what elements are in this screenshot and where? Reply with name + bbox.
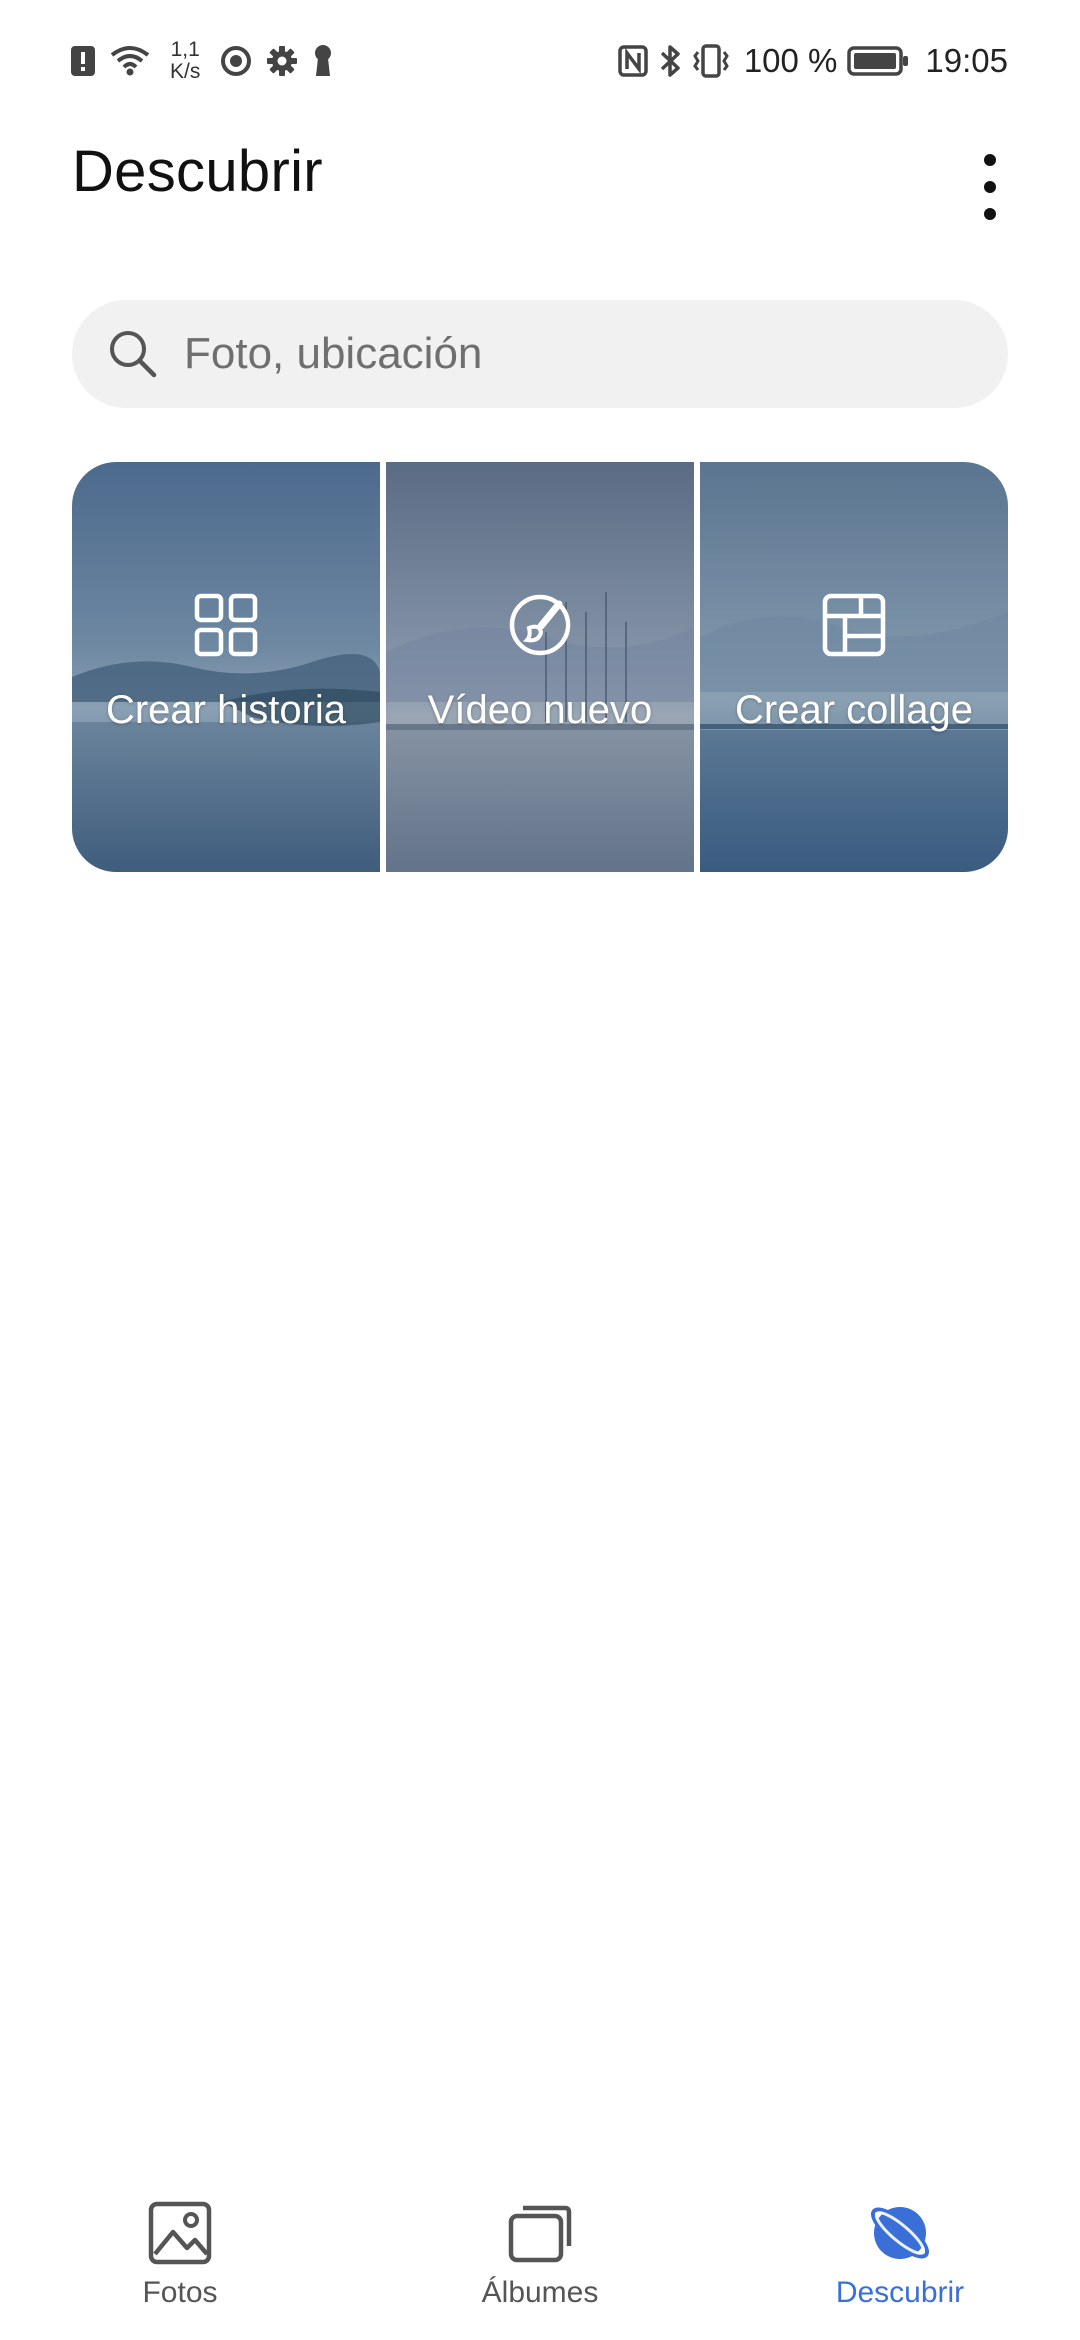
- create-story-label: Crear historia: [105, 687, 347, 732]
- collage-icon: [822, 593, 886, 656]
- tile-background: [700, 462, 1008, 872]
- create-tiles: Crear historia Vídeo nuevo Crear collage: [72, 462, 1008, 872]
- battery-icon: [847, 45, 909, 77]
- wifi-icon: [110, 45, 150, 77]
- nav-label-discover: Descubrir: [835, 2276, 965, 2309]
- more-vert-icon: [984, 154, 996, 220]
- albums-icon: [508, 2205, 572, 2263]
- create-collage-tile[interactable]: Crear collage: [700, 462, 1008, 872]
- status-bar: 1,1 K/s 100 % 19:05: [0, 0, 1080, 120]
- page-title: Descubrir: [72, 139, 323, 204]
- vibrate-icon: [692, 44, 730, 78]
- media-icon: [220, 45, 252, 77]
- brush-icon: [509, 594, 571, 655]
- search-bar[interactable]: [72, 300, 1008, 408]
- clock: 19:05: [925, 42, 1008, 79]
- search-input[interactable]: [182, 328, 986, 380]
- network-speed: 1,1 K/s: [170, 39, 200, 83]
- new-video-label: Vídeo nuevo: [427, 687, 653, 732]
- settings-icon: [266, 45, 298, 77]
- nav-label-photos: Fotos: [142, 2276, 218, 2309]
- nav-item-albums[interactable]: Álbumes: [360, 2170, 720, 2340]
- bluetooth-icon: [658, 44, 682, 78]
- alert-icon: [70, 45, 96, 77]
- photo-icon: [148, 2201, 212, 2265]
- nfc-icon: [618, 45, 648, 77]
- tile-background: [72, 462, 380, 872]
- nav-item-photos[interactable]: Fotos: [0, 2170, 360, 2340]
- nav-item-discover[interactable]: Descubrir: [720, 2170, 1080, 2340]
- planet-icon: [871, 2207, 929, 2259]
- speed-value: 1,1: [170, 38, 200, 61]
- keyhole-icon: [312, 44, 334, 78]
- search-icon: [110, 331, 157, 378]
- status-right: 100 % 19:05: [618, 36, 1008, 86]
- more-options-button[interactable]: [950, 142, 1030, 232]
- status-left: 1,1 K/s: [70, 36, 334, 86]
- tile-background: [386, 462, 694, 872]
- create-story-tile[interactable]: Crear historia: [72, 462, 380, 872]
- bottom-nav: Fotos Álbumes Descubrir: [0, 2170, 1080, 2340]
- nav-label-albums: Álbumes: [481, 2276, 599, 2309]
- create-collage-label: Crear collage: [735, 687, 973, 732]
- battery-percent: 100 %: [743, 42, 838, 79]
- new-video-tile[interactable]: Vídeo nuevo: [386, 462, 694, 872]
- grid-icon: [194, 593, 258, 656]
- speed-unit: K/s: [170, 60, 201, 83]
